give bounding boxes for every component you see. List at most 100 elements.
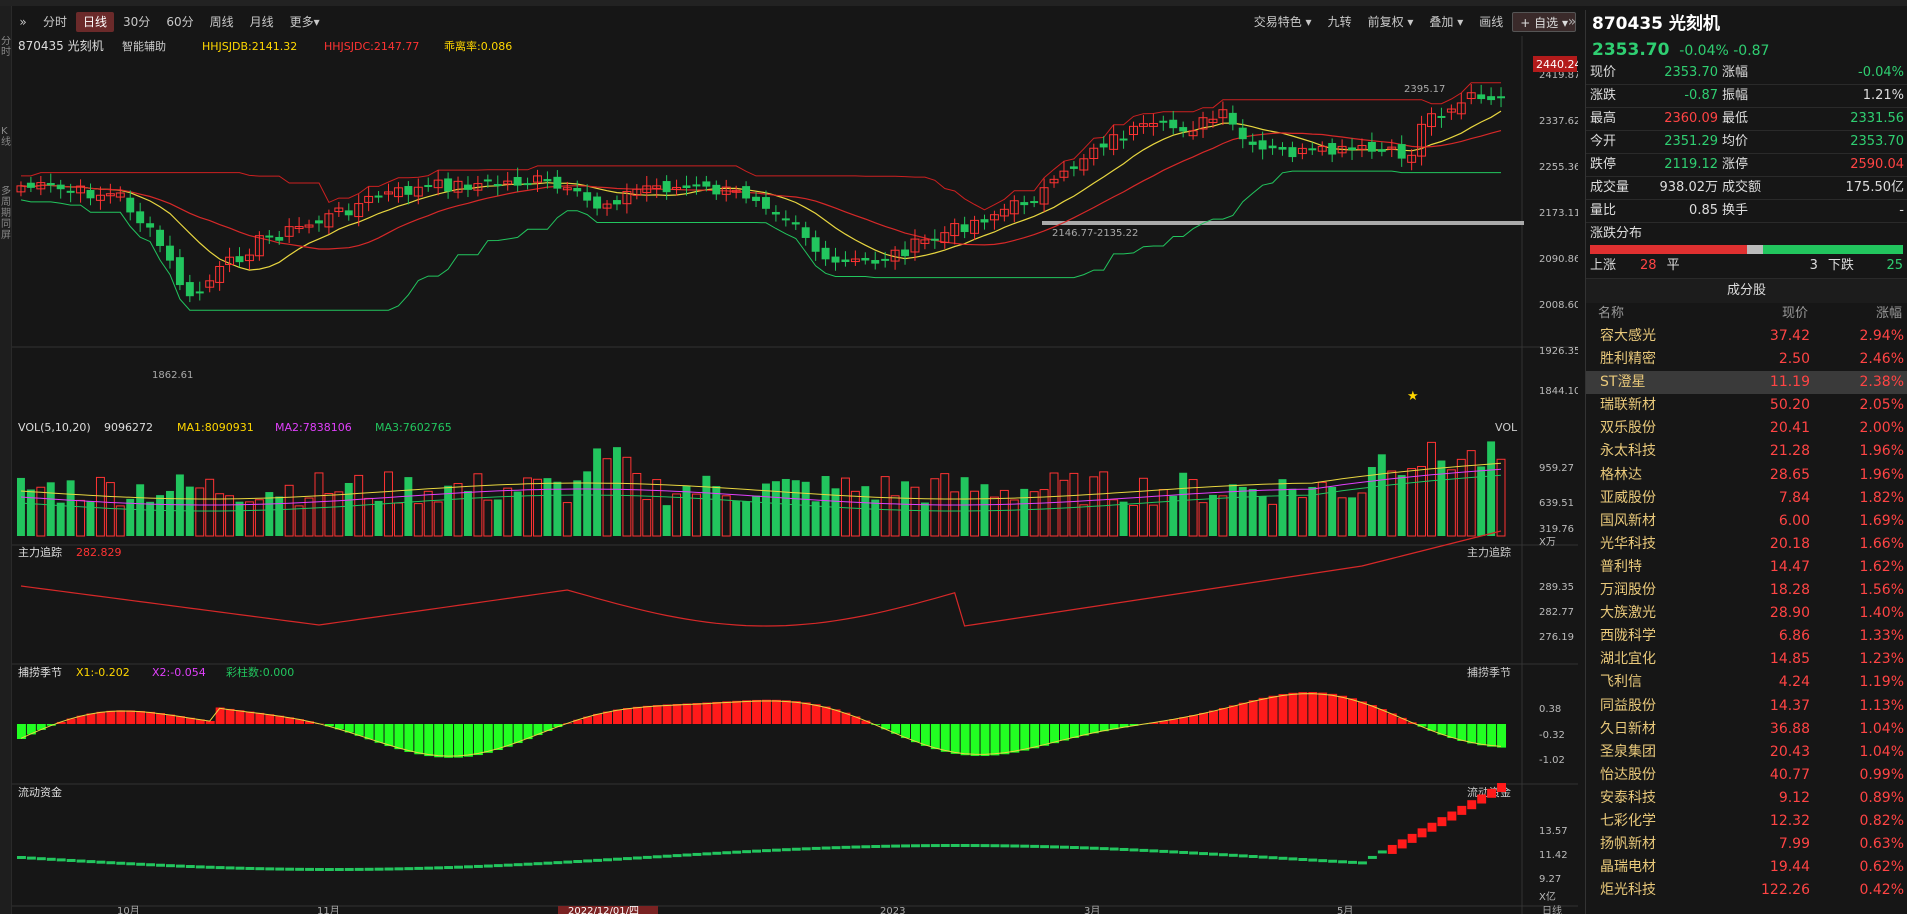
quote-row: 最高 2360.09 最低 2331.56 xyxy=(1586,108,1907,131)
cf-row[interactable]: 普利特 14.47 1.62% xyxy=(1586,556,1907,579)
cf-row[interactable]: 湖北宜化 14.85 1.23% xyxy=(1586,648,1907,671)
ld-mark xyxy=(1129,848,1139,852)
bl-bar xyxy=(444,724,454,758)
vol-bar xyxy=(1049,472,1059,537)
vol-bar xyxy=(553,481,562,536)
cf-row[interactable]: 光华科技 20.18 1.66% xyxy=(1586,533,1907,556)
ld-mark xyxy=(662,854,672,858)
period-fenshi[interactable]: 分时 xyxy=(36,12,74,32)
ld-mark xyxy=(1377,850,1387,854)
cf-row[interactable]: 晶瑞电材 19.44 0.62% xyxy=(1586,856,1907,879)
cf-row[interactable]: 永太科技 21.28 1.96% xyxy=(1586,440,1907,463)
vol-bar xyxy=(1417,465,1427,537)
expand-right-icon[interactable]: » xyxy=(1562,10,1582,34)
cf-row[interactable]: 瑞联新材 50.20 2.05% xyxy=(1586,394,1907,417)
assist-label[interactable]: 智能辅助 xyxy=(122,39,166,53)
vol-bar xyxy=(1198,502,1208,537)
cf-stock-name: 万润股份 xyxy=(1600,582,1656,599)
period-30min[interactable]: 30分 xyxy=(116,12,157,32)
draw-line-button[interactable]: 画线 xyxy=(1472,12,1510,32)
ld-mark xyxy=(503,863,513,867)
cf-row[interactable]: 圣泉集团 20.43 1.04% xyxy=(1586,741,1907,764)
chart-area[interactable]: 870435 光刻机 智能辅助 HHJSJDB:2141.32 HHJSJDC:… xyxy=(12,36,1582,914)
quote-value: 938.02万 xyxy=(1659,180,1719,195)
side-tab-multi[interactable]: 多周期同屏 xyxy=(1,186,11,276)
ld-mark xyxy=(821,846,831,850)
candle xyxy=(1268,145,1277,149)
cf-header-price[interactable]: 现价 xyxy=(1718,303,1808,325)
cf-row[interactable]: 飞利信 4.24 1.19% xyxy=(1586,671,1907,694)
quote-value: - xyxy=(1899,203,1904,218)
adjust-button[interactable]: 前复权 ▾ xyxy=(1361,12,1421,32)
vol-bar xyxy=(344,482,353,536)
ld-mark xyxy=(1149,849,1159,853)
cf-row[interactable]: 胜利精密 2.50 2.46% xyxy=(1586,348,1907,371)
ld-mark xyxy=(960,844,970,848)
cf-row[interactable]: 怡达股份 40.77 0.99% xyxy=(1586,764,1907,787)
period-daily[interactable]: 日线 xyxy=(76,12,115,32)
cf-row[interactable]: 亚威股份 7.84 1.82% xyxy=(1586,487,1907,510)
candle xyxy=(1487,96,1496,101)
indicator-deviation: 乖离率:0.086 xyxy=(444,39,512,53)
charts-svg[interactable]: 870435 光刻机 智能辅助 HHJSJDB:2141.32 HHJSJDC:… xyxy=(12,36,1582,914)
cf-header-name[interactable]: 名称 xyxy=(1598,303,1718,325)
cf-row[interactable]: ST澄星 11.19 2.38% xyxy=(1586,371,1907,395)
cf-row[interactable]: 格林达 28.65 1.96% xyxy=(1586,464,1907,487)
bl-bar xyxy=(791,701,801,724)
side-tab-fenshi[interactable]: 分时 xyxy=(1,36,11,58)
bl-bar xyxy=(821,706,831,724)
cf-header-pct[interactable]: 涨幅 xyxy=(1808,303,1902,325)
vol-bar xyxy=(433,501,443,537)
bl-cz: 彩柱数:0.000 xyxy=(226,665,294,679)
side-tab-kline[interactable]: K线 xyxy=(1,126,11,148)
cf-row[interactable]: 久日新材 36.88 1.04% xyxy=(1586,718,1907,741)
ld-mark xyxy=(1050,845,1059,849)
trade-feature-button[interactable]: 交易特色 ▾ xyxy=(1247,12,1319,32)
ld-title: 流动资金 xyxy=(18,785,62,799)
period-weekly[interactable]: 周线 xyxy=(203,12,241,32)
quote-price-line: 2353.70 -0.04% -0.87 xyxy=(1586,38,1907,62)
quote-row: 跌停 2119.12 涨停 2590.04 xyxy=(1586,154,1907,177)
bl-bar xyxy=(1497,724,1506,748)
period-monthly[interactable]: 月线 xyxy=(243,12,281,32)
candle xyxy=(1228,112,1237,125)
jiuzhuan-button[interactable]: 九转 xyxy=(1321,12,1359,32)
cf-row[interactable]: 容大感光 37.42 2.94% xyxy=(1586,325,1907,348)
cf-stock-price: 14.85 xyxy=(1769,651,1810,668)
y-tick: 2090.86 xyxy=(1539,254,1578,265)
cf-row[interactable]: 同益股份 14.37 1.13% xyxy=(1586,695,1907,718)
overlay-button[interactable]: 叠加 ▾ xyxy=(1422,12,1470,32)
cf-row[interactable]: 万润股份 18.28 1.56% xyxy=(1586,579,1907,602)
bl-title: 捕捞季节 xyxy=(18,665,62,679)
cf-row[interactable]: 七彩化学 12.32 0.82% xyxy=(1586,810,1907,833)
cf-row[interactable]: 双乐股份 20.41 2.00% xyxy=(1586,417,1907,440)
cf-row[interactable]: 安泰科技 9.12 0.89% xyxy=(1586,787,1907,810)
vol-right-label: VOL xyxy=(1495,421,1518,434)
ld-mark xyxy=(851,845,861,849)
ld-mark xyxy=(1199,852,1208,856)
period-60min[interactable]: 60分 xyxy=(159,12,200,32)
cf-row[interactable]: 大族激光 28.90 1.40% xyxy=(1586,602,1907,625)
ld-mark xyxy=(1417,828,1427,838)
cf-row[interactable]: 扬帆新材 7.99 0.63% xyxy=(1586,833,1907,856)
cf-row[interactable]: 炬光科技 122.26 0.42% xyxy=(1586,879,1907,902)
candle xyxy=(66,190,75,193)
ld-mark xyxy=(1159,849,1169,853)
bl-bar xyxy=(1020,724,1030,751)
quote-row: 现价 2353.70 涨幅 -0.04% xyxy=(1586,62,1907,85)
cf-stock-name: ST澄星 xyxy=(1600,374,1646,391)
expand-left-icon[interactable]: » xyxy=(12,12,34,32)
y-tick: 2337.62 xyxy=(1539,116,1578,127)
vol-bar xyxy=(662,505,671,536)
cf-stock-price: 19.44 xyxy=(1769,859,1810,876)
cf-row[interactable]: 西陇科学 6.86 1.33% xyxy=(1586,625,1907,648)
bl-bar xyxy=(464,724,473,757)
bl-bar xyxy=(652,705,662,724)
zl-value: 282.829 xyxy=(76,546,122,559)
period-more[interactable]: 更多▾ xyxy=(283,12,327,32)
vol-bar xyxy=(1169,495,1178,536)
vol-bar xyxy=(1218,495,1228,537)
volume-bars xyxy=(17,441,1506,537)
cf-row[interactable]: 国风新材 6.00 1.69% xyxy=(1586,510,1907,533)
candle xyxy=(464,184,472,190)
